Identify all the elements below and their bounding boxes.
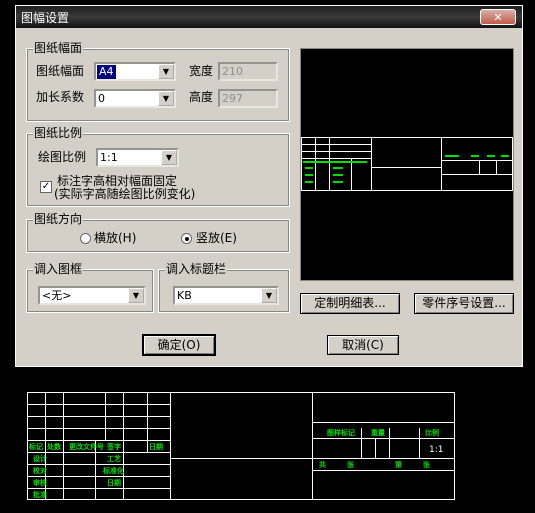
frame-select[interactable]: <无> ▼ [38,286,146,305]
paper-size-label: 图纸幅面 [36,64,85,78]
sheet-label-1: 张 [347,460,355,469]
scale-group: 图纸比例 绘图比例 1:1 ▼ ✓ 标注字高相对幅面固定 (实际字高随绘图比例变… [26,126,290,207]
scale-label: 绘图比例 [38,150,87,164]
right-header-1: 重量 [371,428,385,437]
left-label-3: 批准 [33,490,47,499]
scale-value: 1:1 [100,151,118,164]
landscape-radio[interactable] [80,233,91,244]
title-block-legend: 调入标题栏 [165,262,228,276]
fixed-text-label: 标注字高相对幅面固定 [57,174,178,188]
paper-size-value: A4 [97,65,116,79]
orientation-legend: 图纸方向 [33,212,84,226]
sheet-label-0: 共 [319,460,326,469]
chevron-down-icon[interactable]: ▼ [128,288,144,303]
frame-group: 调入图框 <无> ▼ [26,262,154,313]
title-block-drawing: 标记 处数 更改文件号 签字 日期 设计 校对 审核 批准 工艺 标准化 日期 … [27,392,455,500]
scale-text: 1:1 [429,445,443,455]
row-header-2: 更改文件号 [69,442,104,451]
paper-size-group: 图纸幅面 图纸幅面 A4 ▼ 宽度 210 加长系数 0 ▼ 高度 297 [26,41,290,122]
chevron-down-icon[interactable]: ▼ [158,64,174,79]
chevron-down-icon[interactable]: ▼ [161,150,177,165]
width-field[interactable]: 210 [218,62,278,81]
portrait-radio[interactable] [181,233,192,244]
title-bar[interactable]: 图幅设置 ✕ [16,6,522,28]
frame-value: <无> [42,289,72,302]
extension-label: 加长系数 [36,90,85,104]
scale-legend: 图纸比例 [33,126,84,140]
title-block-select[interactable]: KB ▼ [173,286,279,305]
orientation-group: 图纸方向 横放(H) 竖放(E) [26,212,290,253]
preview-drawing [301,137,513,191]
row-header-1: 处数 [46,442,62,451]
mid-label-1: 标准化 [102,466,124,475]
left-label-2: 审核 [33,478,47,487]
row-header-0: 标记 [28,442,43,451]
custom-detail-table-button[interactable]: 定制明细表... [300,293,400,314]
close-icon[interactable]: ✕ [480,9,516,25]
title-block-group: 调入标题栏 KB ▼ [158,262,290,313]
part-number-settings-button[interactable]: 零件序号设置... [414,293,514,314]
row-header-3: 签字 [106,442,121,451]
left-label-0: 设计 [33,454,47,463]
sheet-label-2: 第 [395,460,402,469]
portrait-label[interactable]: 竖放(E) [196,231,237,245]
height-field[interactable]: 297 [218,89,278,108]
scale-select[interactable]: 1:1 ▼ [96,148,179,167]
width-label: 宽度 [189,64,214,78]
title-block-preview: 标记 处数 更改文件号 签字 日期 设计 校对 审核 批准 工艺 标准化 日期 … [27,392,455,500]
dialog-title: 图幅设置 [21,11,70,25]
frame-legend: 调入图框 [33,262,84,276]
paper-size-select[interactable]: A4 ▼ [94,62,176,81]
left-label-1: 校对 [33,466,47,475]
cancel-button[interactable]: 取消(C) [327,335,399,355]
paper-size-legend: 图纸幅面 [33,41,84,55]
title-block-value: KB [177,289,192,302]
fixed-text-height-checkbox[interactable]: ✓ [40,181,52,193]
chevron-down-icon[interactable]: ▼ [158,91,174,106]
row-header-4: 日期 [149,442,163,451]
mid-label-0: 工艺 [107,454,121,463]
ok-button[interactable]: 确定(O) [142,334,216,356]
fixed-text-sublabel: (实际字高随绘图比例变化) [54,187,196,201]
right-header-0: 图样标记 [327,428,355,437]
right-header-2: 比例 [425,428,439,437]
mid-label-2: 日期 [107,478,121,487]
paper-preview [300,48,514,281]
extension-value: 0 [98,92,105,105]
height-label: 高度 [189,90,214,104]
landscape-label[interactable]: 横放(H) [94,231,136,245]
extension-select[interactable]: 0 ▼ [94,89,176,108]
page-setup-dialog: 图幅设置 ✕ 图纸幅面 图纸幅面 A4 ▼ 宽度 210 加长系数 0 ▼ 高度… [15,5,523,367]
sheet-label-3: 张 [423,460,431,469]
chevron-down-icon[interactable]: ▼ [261,288,277,303]
